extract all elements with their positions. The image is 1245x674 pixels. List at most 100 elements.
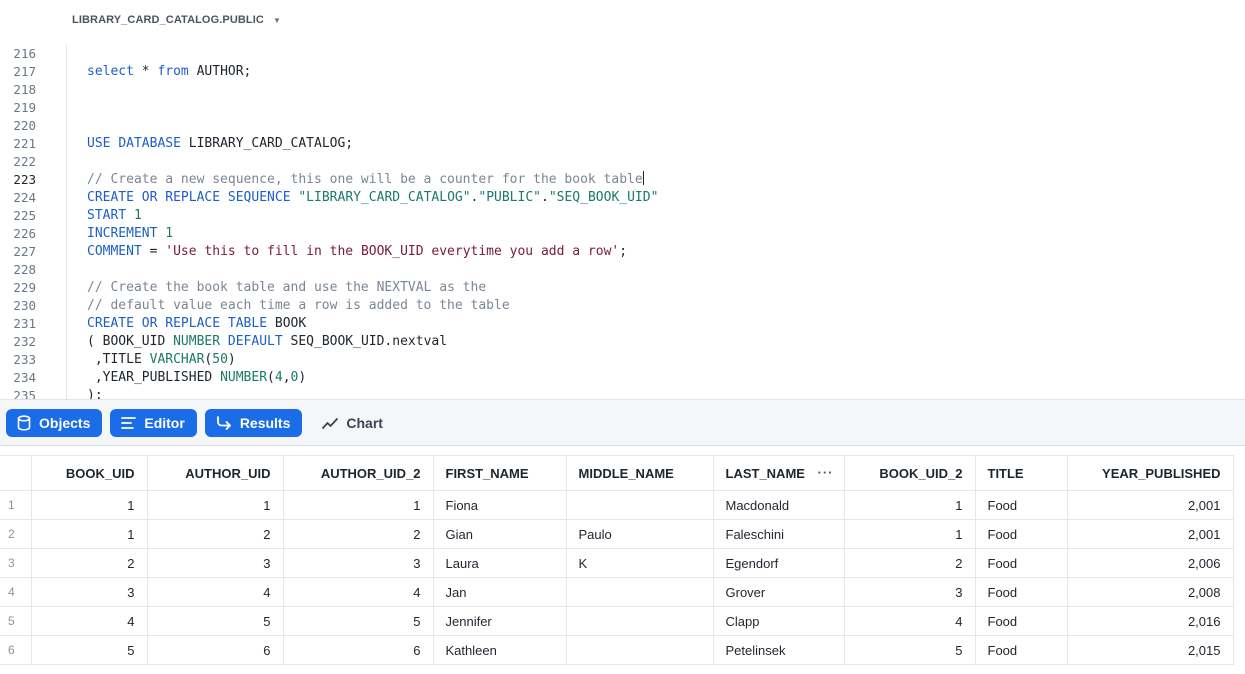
cell-middle-name[interactable]: Paulo [565, 519, 714, 549]
cell-book-uid-2[interactable]: 4 [843, 606, 976, 636]
column-menu-icon[interactable]: ··· [818, 465, 834, 480]
cell-last-name[interactable]: Petelinsek [712, 635, 845, 665]
cell-last-name[interactable]: Faleschini [712, 519, 845, 549]
cell-middle-name[interactable] [565, 606, 714, 636]
column-header-book-uid-2[interactable]: BOOK_UID_2 [843, 455, 976, 491]
cell-book-uid-2[interactable]: 1 [843, 490, 976, 520]
code-line[interactable]: 228 [0, 261, 1245, 279]
cell-year-published[interactable]: 2,001 [1066, 490, 1234, 520]
table-row[interactable]: 5 4 5 5 Jennifer Clapp 4 Food 2,016 [0, 606, 1234, 636]
table-row[interactable]: 4 3 4 4 Jan Grover 3 Food 2,008 [0, 577, 1234, 607]
cell-book-uid[interactable]: 4 [30, 606, 148, 636]
cell-last-name[interactable]: Macdonald [712, 490, 845, 520]
column-header-last-name[interactable]: LAST_NAME ··· [712, 455, 845, 491]
cell-title[interactable]: Food [974, 548, 1068, 578]
results-button[interactable]: Results [204, 408, 303, 437]
code-line[interactable]: 218 [0, 81, 1245, 99]
column-header-first-name[interactable]: FIRST_NAME [432, 455, 567, 491]
cell-last-name[interactable]: Egendorf [712, 548, 845, 578]
cell-first-name[interactable]: Jennifer [432, 606, 567, 636]
code-line[interactable]: 224 CREATE OR REPLACE SEQUENCE "LIBRARY_C… [0, 189, 1245, 207]
cell-first-name[interactable]: Kathleen [432, 635, 567, 665]
cell-book-uid-2[interactable]: 2 [843, 548, 976, 578]
editor-button[interactable]: Editor [110, 408, 197, 437]
column-header-middle-name[interactable]: MIDDLE_NAME [565, 455, 714, 491]
code-line[interactable]: 226 INCREMENT 1 [0, 225, 1245, 243]
cell-author-uid-2[interactable]: 2 [282, 519, 434, 549]
cell-author-uid-2[interactable]: 4 [282, 577, 434, 607]
cell-year-published[interactable]: 2,006 [1066, 548, 1234, 578]
column-header-book-uid[interactable]: BOOK_UID [30, 455, 148, 491]
cell-book-uid[interactable]: 3 [30, 577, 148, 607]
code-line[interactable]: 216 [0, 45, 1245, 63]
code-line[interactable]: 235); [0, 387, 1245, 399]
cell-last-name[interactable]: Grover [712, 577, 845, 607]
code-line[interactable]: 222 [0, 153, 1245, 171]
cell-book-uid[interactable]: 1 [30, 490, 148, 520]
code-line[interactable]: 230 // default value each time a row is a… [0, 297, 1245, 315]
code-line[interactable]: 233 ,TITLE VARCHAR(50) [0, 351, 1245, 369]
code-line[interactable]: 231 CREATE OR REPLACE TABLE BOOK [0, 315, 1245, 333]
sql-editor[interactable]: 216 217 select * from AUTHOR; 218 219 220 221 U… [0, 45, 1245, 399]
cell-author-uid-2[interactable]: 5 [282, 606, 434, 636]
code-line[interactable]: 219 [0, 99, 1245, 117]
cell-middle-name[interactable] [565, 635, 714, 665]
code-line[interactable]: 234 ,YEAR_PUBLISHED NUMBER(4,0) [0, 369, 1245, 387]
cell-title[interactable]: Food [974, 490, 1068, 520]
caret-down-icon[interactable]: ▼ [273, 16, 281, 25]
code-line[interactable]: 220 [0, 117, 1245, 135]
cell-book-uid-2[interactable]: 3 [843, 577, 976, 607]
cell-book-uid-2[interactable]: 5 [843, 635, 976, 665]
cell-title[interactable]: Food [974, 606, 1068, 636]
cell-author-uid[interactable]: 6 [146, 635, 284, 665]
cell-author-uid-2[interactable]: 6 [282, 635, 434, 665]
row-number: 1 [0, 490, 32, 520]
table-row[interactable]: 2 1 2 2 Gian Paulo Faleschini 1 Food 2,001 [0, 519, 1234, 549]
code-line[interactable]: 217 select * from AUTHOR; [0, 63, 1245, 81]
objects-button[interactable]: Objects [6, 408, 103, 437]
cell-middle-name[interactable]: K [565, 548, 714, 578]
cell-author-uid[interactable]: 2 [146, 519, 284, 549]
cell-title[interactable]: Food [974, 635, 1068, 665]
cell-author-uid[interactable]: 5 [146, 606, 284, 636]
results-grid[interactable]: BOOK_UID AUTHOR_UID AUTHOR_UID_2 FIRST_N… [0, 455, 1245, 674]
cell-book-uid[interactable]: 2 [30, 548, 148, 578]
table-row[interactable]: 1 1 1 1 Fiona Macdonald 1 Food 2,001 [0, 490, 1234, 520]
column-header-year-published[interactable]: YEAR_PUBLISHED [1066, 455, 1234, 491]
code-line[interactable]: 232 ( BOOK_UID NUMBER DEFAULT SEQ_BOOK_UI… [0, 333, 1245, 351]
cell-middle-name[interactable] [565, 577, 714, 607]
context-selector[interactable]: LIBRARY_CARD_CATALOG.PUBLIC ▼ [0, 0, 1245, 40]
cell-author-uid[interactable]: 1 [146, 490, 284, 520]
cell-author-uid[interactable]: 4 [146, 577, 284, 607]
code-line[interactable]: 223 // Create a new sequence, this one wi… [0, 171, 1245, 189]
cell-year-published[interactable]: 2,015 [1066, 635, 1234, 665]
cell-year-published[interactable]: 2,001 [1066, 519, 1234, 549]
cell-author-uid-2[interactable]: 1 [282, 490, 434, 520]
cell-first-name[interactable]: Jan [432, 577, 567, 607]
cell-first-name[interactable]: Gian [432, 519, 567, 549]
cell-year-published[interactable]: 2,008 [1066, 577, 1234, 607]
code-line[interactable]: 229 // Create the book table and use the … [0, 279, 1245, 297]
chart-button[interactable]: Chart [310, 409, 395, 437]
cell-book-uid[interactable]: 1 [30, 519, 148, 549]
column-header-author-uid[interactable]: AUTHOR_UID [146, 455, 284, 491]
cell-book-uid[interactable]: 5 [30, 635, 148, 665]
cell-title[interactable]: Food [974, 519, 1068, 549]
cell-middle-name[interactable] [565, 490, 714, 520]
cell-author-uid[interactable]: 3 [146, 548, 284, 578]
cell-first-name[interactable]: Fiona [432, 490, 567, 520]
column-header-author-uid-2[interactable]: AUTHOR_UID_2 [282, 455, 434, 491]
code-line[interactable]: 227 COMMENT = 'Use this to fill in the BO… [0, 243, 1245, 261]
line-number: 218 [13, 82, 36, 97]
cell-first-name[interactable]: Laura [432, 548, 567, 578]
cell-last-name[interactable]: Clapp [712, 606, 845, 636]
table-row[interactable]: 6 5 6 6 Kathleen Petelinsek 5 Food 2,015 [0, 635, 1234, 665]
cell-year-published[interactable]: 2,016 [1066, 606, 1234, 636]
table-row[interactable]: 3 2 3 3 Laura K Egendorf 2 Food 2,006 [0, 548, 1234, 578]
code-line[interactable]: 225 START 1 [0, 207, 1245, 225]
cell-title[interactable]: Food [974, 577, 1068, 607]
column-header-title[interactable]: TITLE [974, 455, 1068, 491]
cell-book-uid-2[interactable]: 1 [843, 519, 976, 549]
cell-author-uid-2[interactable]: 3 [282, 548, 434, 578]
code-line[interactable]: 221 USE DATABASE LIBRARY_CARD_CATALOG; [0, 135, 1245, 153]
